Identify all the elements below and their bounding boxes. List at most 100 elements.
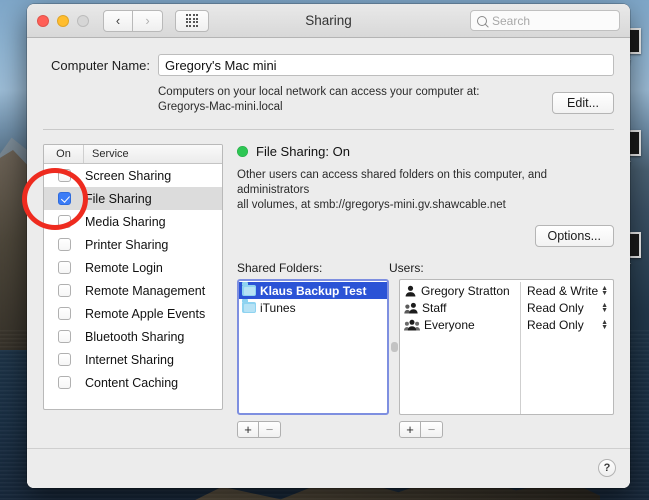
service-label: File Sharing	[84, 192, 152, 206]
close-button-icon[interactable]	[37, 15, 49, 27]
traffic-lights	[37, 15, 89, 27]
service-label: Internet Sharing	[84, 353, 174, 367]
service-row-media-sharing[interactable]: Media Sharing	[44, 210, 222, 233]
bluetooth-sharing-checkbox[interactable]	[58, 330, 71, 343]
add-user-button[interactable]: +	[399, 421, 421, 438]
permission-value: Read & Write	[527, 284, 598, 298]
service-row-remote-management[interactable]: Remote Management	[44, 279, 222, 302]
remove-user-button[interactable]: −	[421, 421, 443, 438]
local-hostname-text: Gregorys-Mac-mini.local	[158, 100, 540, 115]
service-row-screen-sharing[interactable]: Screen Sharing	[44, 164, 222, 187]
shared-folders-label: Shared Folders:	[237, 261, 389, 275]
list-item[interactable]: Staff	[404, 299, 520, 316]
service-checkbox-cell[interactable]	[44, 376, 84, 389]
forward-button[interactable]: ›	[133, 10, 163, 32]
list-item[interactable]: Everyone	[404, 316, 520, 333]
status-description: Other users can access shared folders on…	[237, 168, 614, 213]
list-item[interactable]: Klaus Backup Test	[239, 282, 387, 299]
lists-headers: Shared Folders: Users:	[237, 261, 614, 275]
file-sharing-status-row: File Sharing: On	[237, 144, 614, 159]
media-sharing-checkbox[interactable]	[58, 215, 71, 228]
options-button[interactable]: Options...	[535, 225, 615, 247]
minimize-button-icon[interactable]	[57, 15, 69, 27]
single-user-icon	[404, 285, 417, 297]
service-checkbox-cell[interactable]	[44, 330, 84, 343]
desktop-background: Scr 8- Scr 8- Scr 8- st ‹ ›	[0, 0, 649, 500]
pane-splitter[interactable]	[389, 279, 399, 415]
column-header-service: Service	[84, 145, 222, 163]
service-row-printer-sharing[interactable]: Printer Sharing	[44, 233, 222, 256]
service-row-remote-apple-events[interactable]: Remote Apple Events	[44, 302, 222, 325]
add-shared-folder-button[interactable]: +	[237, 421, 259, 438]
users-list[interactable]: Gregory Stratton Staff	[399, 279, 614, 415]
sharing-preferences-window: ‹ › Sharing Comput	[27, 4, 630, 488]
screen-sharing-checkbox[interactable]	[58, 169, 71, 182]
window-footer: ?	[27, 448, 630, 488]
service-row-internet-sharing[interactable]: Internet Sharing	[44, 348, 222, 371]
permission-dropdown[interactable]: Read & Write ▲▼	[521, 282, 613, 299]
service-row-remote-login[interactable]: Remote Login	[44, 256, 222, 279]
permission-value: Read Only	[527, 318, 584, 332]
back-button[interactable]: ‹	[103, 10, 133, 32]
shared-folders-controls: + −	[237, 421, 389, 438]
status-indicator-icon	[237, 146, 248, 157]
file-sharing-detail-pane: File Sharing: On Other users can access …	[237, 144, 614, 438]
edit-button[interactable]: Edit...	[552, 92, 614, 114]
service-checkbox-cell[interactable]	[44, 307, 84, 320]
search-input[interactable]	[492, 14, 613, 28]
shared-folders-list[interactable]: Klaus Backup Test iTunes	[237, 279, 389, 415]
remote-apple-events-checkbox[interactable]	[58, 307, 71, 320]
lists-row: Klaus Backup Test iTunes	[237, 279, 614, 415]
list-item[interactable]: iTunes	[239, 299, 387, 316]
list-controls-row: + − + −	[237, 421, 614, 438]
main-content: On Service Screen Sharing	[27, 130, 630, 438]
folder-name: iTunes	[260, 301, 296, 315]
service-row-content-caching[interactable]: Content Caching	[44, 371, 222, 394]
list-item[interactable]: Gregory Stratton	[404, 282, 520, 299]
zoom-button-icon	[77, 15, 89, 27]
service-checkbox-cell[interactable]	[44, 353, 84, 366]
remote-management-checkbox[interactable]	[58, 284, 71, 297]
content-caching-checkbox[interactable]	[58, 376, 71, 389]
services-table-header: On Service	[44, 145, 222, 164]
service-checkbox-cell[interactable]	[44, 192, 84, 205]
folder-icon	[242, 285, 256, 296]
service-checkbox-cell[interactable]	[44, 238, 84, 251]
printer-sharing-checkbox[interactable]	[58, 238, 71, 251]
navigation-buttons: ‹ ›	[103, 10, 163, 32]
service-row-bluetooth-sharing[interactable]: Bluetooth Sharing	[44, 325, 222, 348]
remote-login-checkbox[interactable]	[58, 261, 71, 274]
service-label: Printer Sharing	[84, 238, 168, 252]
permission-dropdown[interactable]: Read Only ▲▼	[521, 299, 613, 316]
chevron-updown-icon[interactable]: ▲▼	[601, 320, 608, 330]
service-checkbox-cell[interactable]	[44, 215, 84, 228]
user-name: Staff	[422, 301, 446, 315]
status-badge: File Sharing: On	[256, 144, 350, 159]
internet-sharing-checkbox[interactable]	[58, 353, 71, 366]
two-users-icon	[404, 302, 418, 314]
permission-dropdown[interactable]: Read Only ▲▼	[521, 316, 613, 333]
users-permissions-column: Read & Write ▲▼ Read Only ▲▼ Read Only ▲…	[521, 282, 613, 414]
help-button[interactable]: ?	[598, 459, 616, 477]
permission-value: Read Only	[527, 301, 584, 315]
computer-name-input[interactable]	[158, 54, 614, 76]
chevron-updown-icon[interactable]: ▲▼	[601, 286, 608, 296]
users-label: Users:	[389, 261, 614, 275]
chevron-updown-icon[interactable]: ▲▼	[601, 303, 608, 313]
remove-shared-folder-button[interactable]: −	[259, 421, 281, 438]
user-name: Everyone	[424, 318, 475, 332]
local-network-text: Computers on your local network can acce…	[158, 85, 540, 100]
service-row-file-sharing[interactable]: File Sharing	[44, 187, 222, 210]
grid-icon	[186, 14, 199, 27]
folder-name: Klaus Backup Test	[260, 284, 366, 298]
services-list: Screen Sharing File Sharing	[44, 164, 222, 409]
computer-name-description: Computers on your local network can acce…	[158, 85, 540, 115]
file-sharing-checkbox[interactable]	[58, 192, 71, 205]
service-label: Remote Management	[84, 284, 205, 298]
service-checkbox-cell[interactable]	[44, 169, 84, 182]
service-checkbox-cell[interactable]	[44, 284, 84, 297]
search-field[interactable]	[470, 10, 620, 31]
service-checkbox-cell[interactable]	[44, 261, 84, 274]
splitter-handle-icon[interactable]	[391, 342, 398, 352]
show-all-preferences-button[interactable]	[175, 10, 209, 32]
